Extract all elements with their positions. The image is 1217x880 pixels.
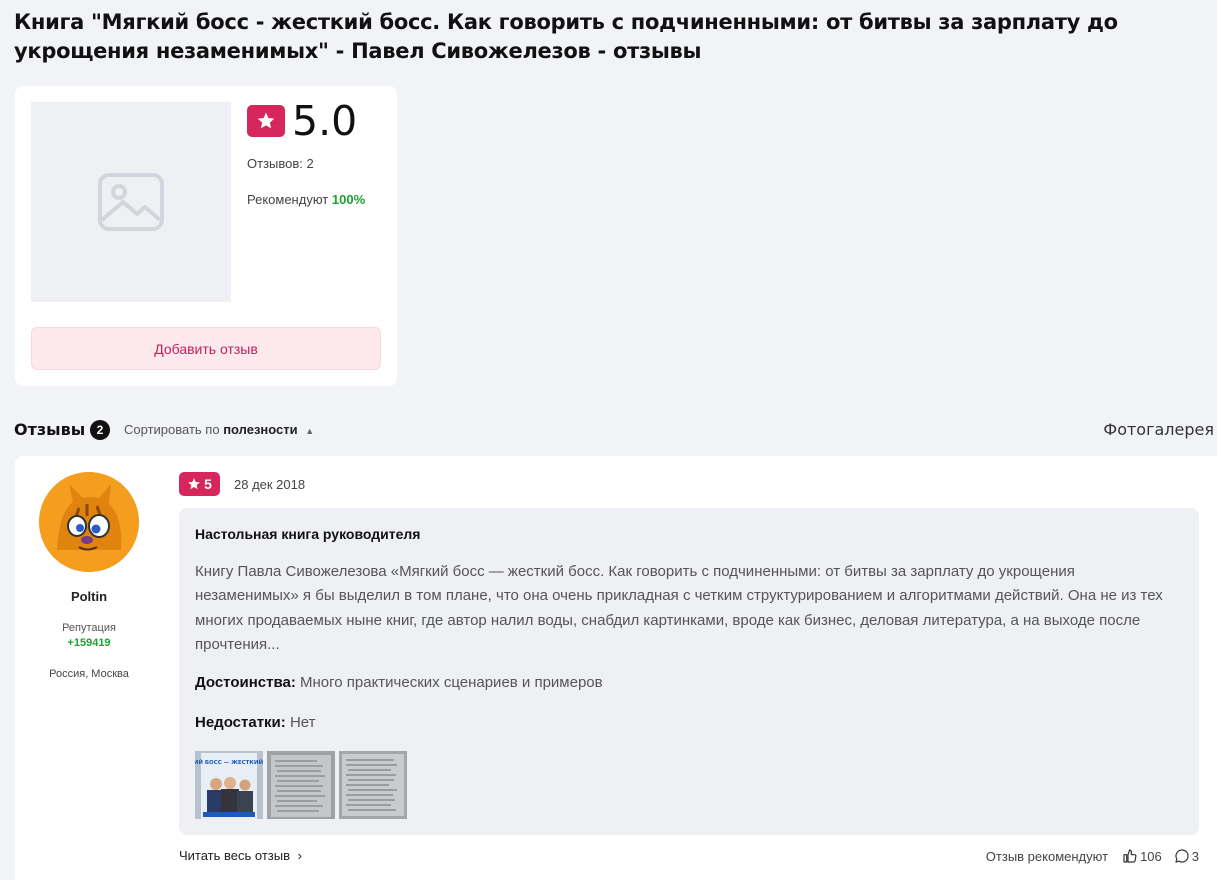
review-footer-actions: Отзыв рекомендуют 106 3 [986,848,1199,864]
sort-arrows-icon: ▲ [305,426,315,436]
pros-text: Много практических сценариев и примеров [300,674,603,691]
page-title: Книга "Мягкий босс - жесткий босс. Как г… [14,10,1118,63]
comment-icon [1175,849,1189,863]
review-pros: Достоинства: Много практических сценарие… [195,674,603,691]
likes-count: 106 [1140,848,1162,864]
like-button[interactable]: 106 [1122,848,1162,864]
review-title[interactable]: Настольная книга руководителя [195,526,420,542]
cat-avatar-icon [39,472,139,572]
cons-text: Нет [289,714,316,731]
star-icon [188,478,200,490]
recommend-percent: 100% [331,192,366,207]
review-photo-page-1[interactable] [267,751,335,819]
thumbs-up-icon [1123,849,1137,863]
rating-value: 5.0 [292,97,358,145]
reviews-heading: Отзывы [14,420,86,439]
review-date: 28 дек 2018 [234,477,306,492]
username-link[interactable]: Poltin [15,589,163,604]
cons-label: Недостатки: [195,714,286,731]
review-body: Настольная книга руководителя Книгу Павл… [179,508,1199,835]
reviews-count: Отзывов: 2 [247,156,314,171]
reviews-count-badge: 2 [90,420,110,440]
add-review-button[interactable]: Добавить отзыв [31,327,381,370]
product-summary-card: 5.0 Отзывов: 2 Рекомендуют 100% Добавить… [15,86,397,386]
comments-button[interactable]: 3 [1174,848,1199,864]
reputation-value: +159419 [67,637,111,649]
review-rating-badge: 5 [179,472,220,496]
sort-dropdown[interactable]: Сортировать по полезности ▲ [124,422,314,437]
chevron-right-icon: › [297,848,302,863]
avatar[interactable] [39,472,139,572]
read-full-review-link[interactable]: Читать весь отзыв › [179,848,302,863]
pros-label: Достоинства: [195,674,296,691]
review-rating-value: 5 [204,476,212,492]
recommend-label: Рекомендуют [247,192,329,207]
photo-gallery-link[interactable]: Фотогалерея [1103,420,1214,439]
review-cons: Недостатки: Нет [195,714,315,731]
cover-title-text: МЯГКИЙ БОСС — ЖЕСТКИЙ БОСС [195,758,263,766]
reputation-label: Репутация [62,622,116,634]
review-text: Книгу Павла Сивожелезова «Мягкий босс — … [195,563,1163,654]
sort-prefix: Сортировать по [124,422,220,437]
user-location: Россия, Москва [49,668,129,680]
read-more-label: Читать весь отзыв [179,848,291,863]
recommend-rate: Рекомендуют 100% [247,192,365,207]
reviews-toolbar: Отзывы 2 Сортировать по полезности ▲ Фот… [14,416,1214,444]
product-image-placeholder [31,102,231,302]
recommends-label: Отзыв рекомендуют [985,848,1109,864]
review-photo-page-2[interactable] [339,751,407,819]
comments-count: 3 [1191,848,1199,864]
review-photo-cover[interactable]: МЯГКИЙ БОСС — ЖЕСТКИЙ БОСС [195,751,263,819]
star-icon [247,105,285,137]
review-card: Poltin Репутация +159419 Россия, Москва … [15,456,1217,880]
review-photos: МЯГКИЙ БОСС — ЖЕСТКИЙ БОСС [195,751,407,819]
image-placeholder-icon [98,173,164,231]
sort-value: полезности [223,422,298,437]
